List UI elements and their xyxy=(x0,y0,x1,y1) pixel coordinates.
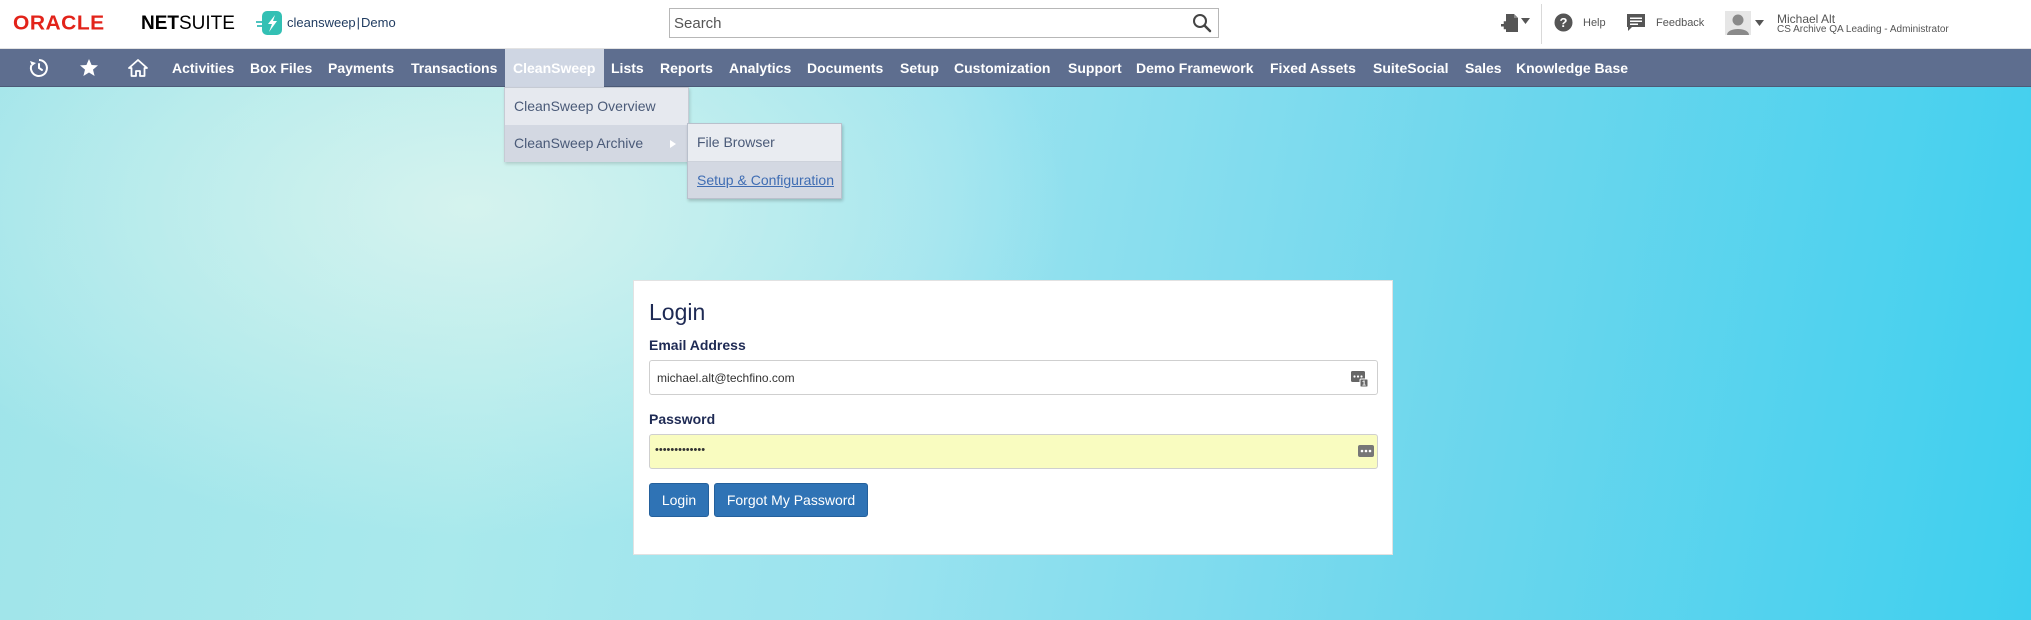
header-divider xyxy=(1541,4,1542,44)
netsuite-logo[interactable]: NETSUITE xyxy=(141,13,235,35)
help-icon[interactable]: ? xyxy=(1554,13,1573,32)
feedback-link[interactable]: Feedback xyxy=(1656,17,1704,29)
svg-text:?: ? xyxy=(1560,15,1568,30)
cleansweep-logo-icon xyxy=(256,11,282,35)
cleansweep-menu: CleanSweep Overview CleanSweep Archive xyxy=(504,87,689,162)
nav-item-documents[interactable]: Documents xyxy=(807,49,883,87)
email-label: Email Address xyxy=(649,337,746,353)
menu-item-cleansweep-overview[interactable]: CleanSweep Overview xyxy=(505,88,688,125)
nav-item-fixed-assets[interactable]: Fixed Assets xyxy=(1270,49,1356,87)
login-button[interactable]: Login xyxy=(649,483,709,517)
cleansweep-archive-submenu: File Browser Setup & Configuration xyxy=(687,123,842,199)
search-input[interactable] xyxy=(670,9,1180,37)
search-icon[interactable] xyxy=(1192,13,1212,33)
nav-item-demo-framework[interactable]: Demo Framework xyxy=(1136,49,1253,87)
nav-item-activities[interactable]: Activities xyxy=(172,49,234,87)
login-panel: Login Email Address michael.alt@techfino… xyxy=(633,280,1393,555)
netsuite-logo-bold: NET xyxy=(141,13,179,34)
email-value[interactable]: michael.alt@techfino.com xyxy=(657,371,795,385)
nav-item-cleansweep[interactable]: CleanSweep xyxy=(505,49,604,87)
avatar[interactable] xyxy=(1725,11,1751,35)
nav-item-reports[interactable]: Reports xyxy=(660,49,713,87)
nav-item-sales[interactable]: Sales xyxy=(1465,49,1502,87)
menu-item-cleansweep-archive[interactable]: CleanSweep Archive xyxy=(505,125,688,162)
menu-item-label: CleanSweep Archive xyxy=(514,135,644,151)
nav-item-support[interactable]: Support xyxy=(1068,49,1122,87)
star-icon[interactable] xyxy=(79,58,99,78)
nav-item-payments[interactable]: Payments xyxy=(328,49,394,87)
page-content: Login Email Address michael.alt@techfino… xyxy=(0,87,2031,620)
oracle-logo[interactable]: ORACLE xyxy=(13,13,105,36)
email-field[interactable]: michael.alt@techfino.com 1 xyxy=(649,360,1378,395)
nav-item-box-files[interactable]: Box Files xyxy=(250,49,312,87)
feedback-icon[interactable] xyxy=(1626,13,1646,32)
nav-item-suitesocial[interactable]: SuiteSocial xyxy=(1373,49,1448,87)
nav-item-analytics[interactable]: Analytics xyxy=(729,49,791,87)
password-field[interactable]: ••••••••••••• xyxy=(649,434,1378,469)
main-navigation: Activities Box Files Payments Transactio… xyxy=(0,49,2031,87)
account-logo-brand: cleansweep xyxy=(287,15,356,30)
menu-item-file-browser[interactable]: File Browser xyxy=(688,124,841,161)
chevron-down-icon[interactable] xyxy=(1521,18,1530,24)
help-link[interactable]: Help xyxy=(1583,17,1606,29)
global-search xyxy=(669,8,1219,38)
user-role[interactable]: CS Archive QA Leading - Administrator xyxy=(1777,24,1949,35)
account-logo[interactable]: cleansweep|Demo xyxy=(256,9,396,37)
svg-text:1: 1 xyxy=(1362,381,1366,388)
nav-item-setup[interactable]: Setup xyxy=(900,49,939,87)
password-manager-icon[interactable]: 1 xyxy=(1351,370,1368,387)
recent-documents-icon[interactable] xyxy=(1500,12,1522,34)
home-icon[interactable] xyxy=(128,58,148,78)
nav-item-lists[interactable]: Lists xyxy=(611,49,644,87)
chevron-right-icon xyxy=(670,140,676,148)
account-logo-suffix: Demo xyxy=(361,15,396,30)
password-value[interactable]: ••••••••••••• xyxy=(655,444,705,456)
account-logo-separator: | xyxy=(356,15,361,30)
account-logo-text: cleansweep|Demo xyxy=(287,9,396,37)
nav-item-transactions[interactable]: Transactions xyxy=(411,49,497,87)
netsuite-logo-rest: SUITE xyxy=(179,13,235,34)
password-label: Password xyxy=(649,411,716,427)
login-title: Login xyxy=(649,299,706,325)
nav-item-knowledge-base[interactable]: Knowledge Base xyxy=(1516,49,1628,87)
global-header: ORACLE NETSUITE cleansweep|Demo ? Help xyxy=(0,0,2031,49)
password-manager-icon[interactable] xyxy=(1358,443,1375,460)
forgot-password-button[interactable]: Forgot My Password xyxy=(714,483,868,517)
recent-records-icon[interactable] xyxy=(29,58,49,78)
nav-item-customization[interactable]: Customization xyxy=(954,49,1050,87)
menu-item-setup-configuration[interactable]: Setup & Configuration xyxy=(688,161,841,198)
chevron-down-icon[interactable] xyxy=(1755,20,1764,26)
